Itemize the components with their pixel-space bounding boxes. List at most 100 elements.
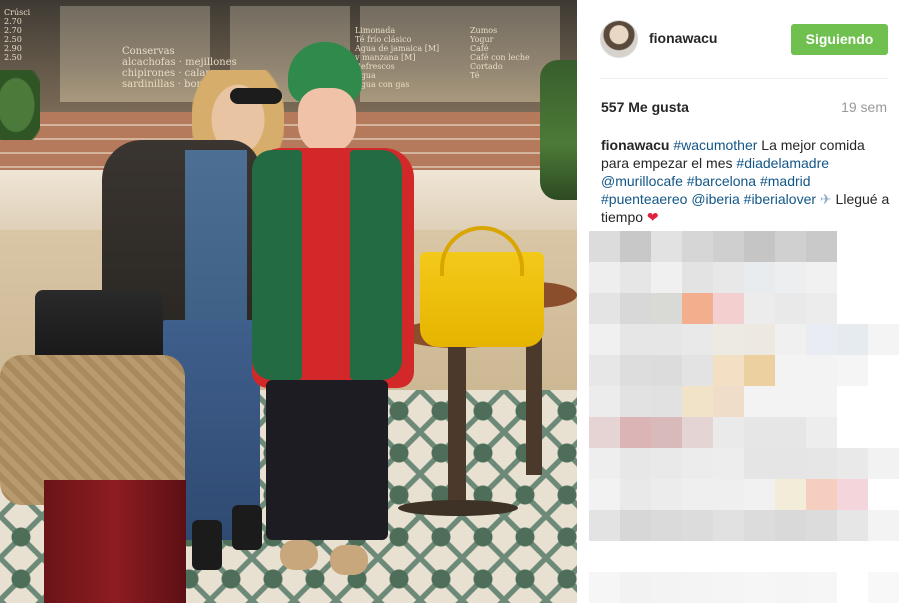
post-timestamp[interactable]: 19 sem xyxy=(841,99,887,115)
following-button[interactable]: Siguiendo xyxy=(791,24,888,55)
pixelated-block xyxy=(713,541,744,572)
pixelated-block xyxy=(744,293,775,324)
green-vest xyxy=(252,150,302,380)
green-vest xyxy=(350,150,402,380)
pixelated-block xyxy=(651,355,682,386)
pixelated-block xyxy=(837,293,868,324)
pixelated-block xyxy=(620,572,651,603)
pixelated-block xyxy=(775,448,806,479)
pixelated-block xyxy=(837,417,868,448)
pixelated-block xyxy=(775,572,806,603)
pixelated-block xyxy=(744,572,775,603)
pixelated-block xyxy=(744,417,775,448)
person-face xyxy=(298,88,356,154)
pixelated-block xyxy=(775,231,806,262)
pixelated-block xyxy=(620,355,651,386)
pixelated-block xyxy=(775,479,806,510)
cafe-menu-far-right: Zumos Yogur Café Café con leche Cortado … xyxy=(470,26,530,80)
pixelated-block xyxy=(775,386,806,417)
pixelated-block xyxy=(682,355,713,386)
pixelated-block xyxy=(651,231,682,262)
caption-hashtag-link[interactable]: @iberia xyxy=(691,191,739,207)
pixelated-block xyxy=(682,386,713,417)
pixelated-block xyxy=(682,448,713,479)
caption-hashtag-link[interactable]: #wacumother xyxy=(673,137,757,153)
pixelated-block xyxy=(713,231,744,262)
pixelated-block xyxy=(775,417,806,448)
sneaker xyxy=(232,505,262,550)
pixelated-block xyxy=(682,541,713,572)
pixelated-block xyxy=(682,510,713,541)
pixelated-block xyxy=(589,479,620,510)
pixelated-block xyxy=(775,293,806,324)
pixelated-block xyxy=(868,479,899,510)
caption-username[interactable]: fionawacu xyxy=(601,137,669,153)
pixelated-block xyxy=(775,510,806,541)
pixelated-block xyxy=(620,541,651,572)
pixelated-block xyxy=(868,293,899,324)
pixelated-block xyxy=(589,231,620,262)
pixelated-block xyxy=(806,231,837,262)
pixelated-block xyxy=(713,262,744,293)
pixelated-block xyxy=(868,572,899,603)
pixelated-block xyxy=(806,324,837,355)
pixelated-block xyxy=(775,355,806,386)
pixelated-block xyxy=(868,448,899,479)
pixelated-block xyxy=(775,262,806,293)
pixelated-block xyxy=(837,541,868,572)
airplane-icon: ✈ xyxy=(819,191,832,207)
pixelated-block xyxy=(837,262,868,293)
pixelated-block xyxy=(806,448,837,479)
pixelated-block xyxy=(589,262,620,293)
pixelated-block xyxy=(744,510,775,541)
caption-hashtag-link[interactable]: #diadelamadre xyxy=(736,155,829,171)
pixelated-block xyxy=(744,324,775,355)
header-divider xyxy=(600,78,888,79)
post-photo[interactable]: Crúsci 2.70 2.70 2.50 2.90 2.50 Conserva… xyxy=(0,0,577,603)
denim-shirt xyxy=(185,150,247,330)
pixelated-block xyxy=(651,541,682,572)
pixelated-block xyxy=(868,510,899,541)
pixelated-block xyxy=(868,541,899,572)
pixelated-block xyxy=(620,448,651,479)
pixelated-block xyxy=(713,510,744,541)
plant xyxy=(0,70,40,140)
pixelated-block xyxy=(806,386,837,417)
pixelated-block xyxy=(589,541,620,572)
pixelated-block xyxy=(744,355,775,386)
cafe-menu-left: Crúsci 2.70 2.70 2.50 2.90 2.50 xyxy=(4,8,31,62)
pixelated-block xyxy=(651,417,682,448)
pixelated-block xyxy=(713,386,744,417)
stool-base xyxy=(398,500,518,516)
black-trousers xyxy=(266,380,388,540)
pixelated-block xyxy=(589,417,620,448)
caption-hashtag-link[interactable]: #barcelona xyxy=(687,173,756,189)
caption-hashtag-link[interactable]: #puenteaereo xyxy=(601,191,687,207)
pixelated-block xyxy=(806,293,837,324)
pixelated-block xyxy=(744,479,775,510)
pixelated-block xyxy=(837,572,868,603)
pixelated-block xyxy=(744,448,775,479)
red-suitcase xyxy=(44,480,186,603)
caption-hashtag-link[interactable]: @murillocafe xyxy=(601,173,683,189)
pixelated-block xyxy=(651,293,682,324)
stool-leg xyxy=(448,345,466,510)
pixelated-block xyxy=(589,324,620,355)
caption-hashtag-link[interactable]: #iberialover xyxy=(744,191,816,207)
pixelated-block xyxy=(620,417,651,448)
pixelated-block xyxy=(744,541,775,572)
pixelated-block xyxy=(682,479,713,510)
sunglasses xyxy=(230,88,282,104)
pixelated-block xyxy=(651,386,682,417)
pixelated-block xyxy=(713,448,744,479)
caption-hashtag-link[interactable]: #madrid xyxy=(760,173,811,189)
username-link[interactable]: fionawacu xyxy=(649,30,717,46)
pixelated-block xyxy=(651,572,682,603)
pixelated-block xyxy=(713,324,744,355)
pixelated-block xyxy=(744,262,775,293)
pixelated-block xyxy=(651,448,682,479)
pixelated-block xyxy=(837,324,868,355)
pixelated-block xyxy=(620,231,651,262)
user-avatar[interactable] xyxy=(600,20,638,58)
likes-count[interactable]: 557 Me gusta xyxy=(601,99,689,115)
